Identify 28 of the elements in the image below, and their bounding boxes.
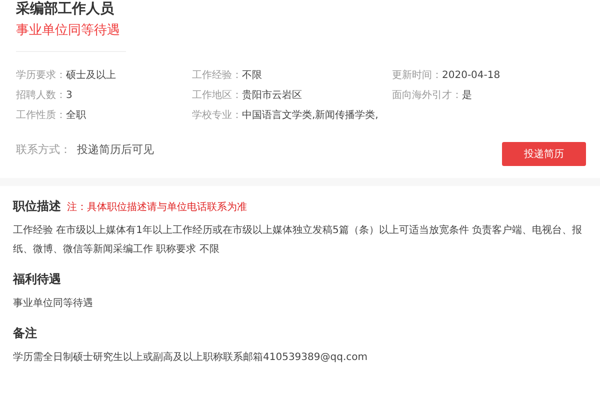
info-value: 贵阳市云岩区: [242, 90, 302, 101]
section-text: 工作经验 在市级以上媒体有1年以上工作经历或在市级以上媒体独立发稿5篇（条）以上可适当放宽条件 负责客户端、电视台、报纸、微博、微信等新闻采编工作 职称要求 不限: [13, 224, 584, 257]
info-value: 不限: [242, 70, 262, 81]
contact-label: 联系方式：: [16, 142, 71, 156]
info-value: 3: [66, 90, 72, 101]
job-title: 采编部工作人员: [16, 1, 115, 17]
info-label: 工作经验：: [192, 70, 242, 81]
info-label: 工作地区：: [192, 90, 242, 101]
apply-button[interactable]: 投递简历: [502, 142, 586, 166]
info-label: 工作性质：: [16, 110, 66, 121]
benefit-tag: 事业单位同等待遇: [16, 21, 126, 52]
info-value: 是: [462, 90, 472, 101]
info-value: 2020-04-18: [442, 70, 500, 81]
info-label: 学校专业：: [192, 110, 242, 121]
info-value: 中国语言文学类,新闻传播学类,: [242, 110, 378, 121]
info-label: 面向海外引才：: [392, 90, 462, 101]
info-value: 硕士及以上: [66, 70, 116, 81]
section-text: 学历需全日制硕士研究生以上或副高及以上职称联系邮箱410539389@qq.com: [13, 350, 368, 365]
section-note: 注：具体职位描述请与单位电话联系为准: [67, 200, 247, 214]
section-text: 事业单位同等待遇: [13, 296, 94, 311]
info-value: 全职: [66, 110, 86, 121]
info-label: 更新时间：: [392, 70, 442, 81]
info-label: 学历要求：: [16, 70, 66, 81]
section-title: 福利待遇: [13, 271, 61, 288]
section-title: 备注: [13, 325, 37, 342]
info-label: 招聘人数：: [16, 90, 66, 101]
contact-value: 投递简历后可见: [77, 142, 155, 156]
section-title: 职位描述: [13, 198, 61, 215]
